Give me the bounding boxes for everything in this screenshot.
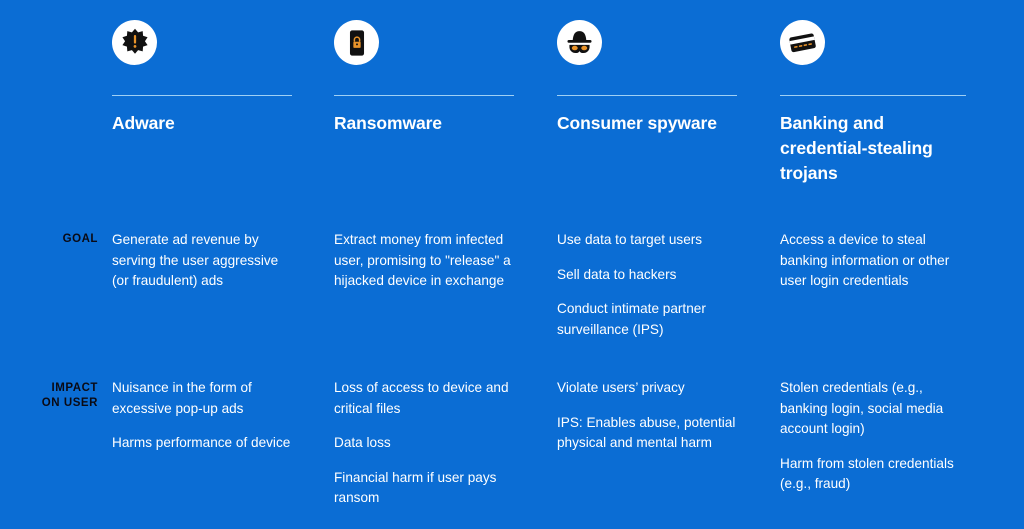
impact-item: IPS: Enables abuse, potential physical a…	[557, 414, 736, 451]
impact-item: Financial harm if user pays ransom	[334, 469, 497, 506]
cell-ransomware-goal: Extract money from infected user, promis…	[334, 230, 516, 292]
columns-container: Adware Generate ad revenue by serving th…	[112, 0, 1024, 529]
row-label-impact-line-1: IMPACT	[51, 382, 98, 394]
adware-burst-icon	[112, 20, 157, 65]
column-title-consumer-spyware: Consumer spyware	[557, 113, 717, 133]
impact-item: Nuisance in the form of excessive pop-up…	[112, 380, 252, 416]
column-adware: Adware Generate ad revenue by serving th…	[112, 0, 294, 529]
cell-consumer-spyware-impact: Violate users’ privacy IPS: Enables abus…	[557, 378, 739, 454]
column-divider	[334, 95, 514, 96]
cell-consumer-spyware-goal: Use data to target users Sell data to ha…	[557, 230, 739, 340]
column-title-banking-trojans: Banking and credential-stealing trojans	[780, 113, 933, 183]
column-banking-trojans: Banking and credential-stealing trojans …	[780, 0, 972, 529]
spyware-incognito-icon	[557, 20, 602, 65]
column-divider	[557, 95, 737, 96]
cell-adware-impact: Nuisance in the form of excessive pop-up…	[112, 378, 294, 454]
goal-item: Sell data to hackers	[557, 266, 677, 282]
cell-banking-trojans-impact: Stolen credentials (e.g., banking login,…	[780, 378, 972, 495]
column-ransomware: Ransomware Extract money from infected u…	[334, 0, 516, 529]
impact-item: Harm from stolen credentials (e.g., frau…	[780, 455, 954, 492]
impact-item: Harms performance of device	[112, 435, 291, 450]
cell-banking-trojans-goal: Access a device to steal banking informa…	[780, 230, 972, 292]
impact-item: Stolen credentials (e.g., banking login,…	[780, 380, 944, 436]
column-divider	[780, 95, 966, 96]
row-label-impact-on-user: IMPACT ON USER	[10, 381, 98, 411]
ransomware-locked-phone-icon	[334, 20, 379, 65]
column-title-ransomware: Ransomware	[334, 113, 442, 133]
goal-item: Extract money from infected user, promis…	[334, 232, 511, 288]
goal-item: Generate ad revenue by serving the user …	[112, 232, 279, 288]
malware-comparison-infographic: GOAL IMPACT ON USER Adware Generate ad r…	[0, 0, 1024, 529]
cell-ransomware-impact: Loss of access to device and critical fi…	[334, 378, 516, 509]
goal-item: Use data to target users	[557, 232, 703, 247]
impact-item: Loss of access to device and critical fi…	[334, 380, 509, 416]
column-consumer-spyware: Consumer spyware Use data to target user…	[557, 0, 739, 529]
column-divider	[112, 95, 292, 96]
column-title-adware: Adware	[112, 113, 175, 133]
row-label-goal: GOAL	[62, 233, 98, 245]
impact-item: Data loss	[334, 435, 391, 450]
goal-item: Access a device to steal banking informa…	[780, 232, 950, 288]
impact-item: Violate users’ privacy	[557, 380, 685, 395]
row-label-impact-line-2: ON USER	[41, 397, 98, 409]
cell-adware-goal: Generate ad revenue by serving the user …	[112, 230, 294, 292]
goal-item: Conduct intimate partner surveillance (I…	[557, 301, 706, 337]
banking-credit-card-icon	[780, 20, 825, 65]
